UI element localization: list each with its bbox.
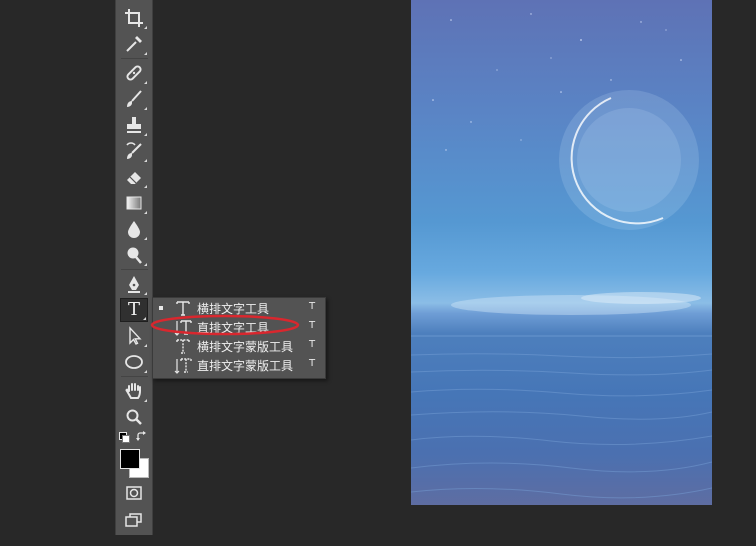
blur-tool-button[interactable] [120,217,148,241]
flyout-item-label: 横排文字工具 [197,302,270,316]
eyedropper-icon [126,36,142,52]
night-sea-image [411,13,712,499]
flyout-item-vertical-type[interactable]: 直排文字工具 T [153,317,325,336]
flyout-item-shortcut: T [309,301,316,312]
flyout-item-label: 横排文字蒙版工具 [197,340,294,354]
stamp-icon [127,117,141,133]
default-colors-icon[interactable] [119,432,130,443]
selected-indicator [159,306,163,310]
flyout-item-label: 直排文字工具 [197,321,270,335]
flyout-item-horizontal-type-mask[interactable]: 横排文字蒙版工具 T [153,336,325,355]
crop-icon [125,9,143,27]
ellipse-tool-button[interactable] [120,350,148,374]
flyout-item-shortcut: T [309,358,316,369]
eraser-tool-button[interactable] [120,165,148,189]
history-brush-tool-button[interactable] [120,139,148,163]
brush-icon [127,90,142,107]
vertical-type-icon [174,320,192,336]
zoom-tool-button[interactable] [120,405,148,429]
type-tool-flyout-menu: 横排文字工具 T 直排文字工具 T 横排文字蒙版工具 T 直排文字蒙版工具 T [152,297,326,379]
swap-colors-icon[interactable] [136,431,148,443]
quick-mask-icon [126,486,142,500]
tools-panel: T [115,0,153,535]
eraser-icon [127,172,141,184]
flyout-item-shortcut: T [309,339,316,350]
flyout-item-vertical-type-mask[interactable]: 直排文字蒙版工具 T [153,355,325,374]
crop-tool-button[interactable] [120,6,148,30]
arrow-icon [129,326,142,345]
clone-stamp-tool-button[interactable] [120,113,148,137]
quick-mask-button[interactable] [120,481,148,505]
screen-mode-icon [125,513,142,527]
eyedropper-tool-button[interactable] [120,32,148,56]
vertical-type-mask-icon [174,358,192,374]
foreground-color-swatch[interactable] [120,449,140,469]
dodge-icon [127,247,142,264]
pen-icon [128,276,140,293]
drop-icon [128,221,140,238]
brush-tool-button[interactable] [120,87,148,111]
document-canvas[interactable] [411,0,712,505]
flyout-item-shortcut: T [309,320,316,331]
bandage-icon [126,65,142,81]
pen-tool-button[interactable] [120,272,148,296]
gradient-icon [126,196,142,210]
ellipse-icon [125,355,143,369]
horizontal-type-mask-icon [176,339,190,354]
healing-brush-tool-button[interactable] [120,61,148,85]
flyout-item-horizontal-type[interactable]: 横排文字工具 T [153,298,325,317]
type-icon: T [127,299,140,320]
hand-tool-button[interactable] [120,379,148,403]
history-brush-icon [126,142,142,159]
screen-mode-button[interactable] [120,508,148,532]
dodge-tool-button[interactable] [120,243,148,267]
type-tool-button[interactable]: T [120,298,148,322]
magnifier-icon [126,409,142,425]
flyout-item-label: 直排文字蒙版工具 [197,359,294,373]
gradient-tool-button[interactable] [120,191,148,215]
horizontal-type-icon [176,301,190,316]
path-selection-tool-button[interactable] [120,324,148,348]
hand-icon [125,383,141,399]
